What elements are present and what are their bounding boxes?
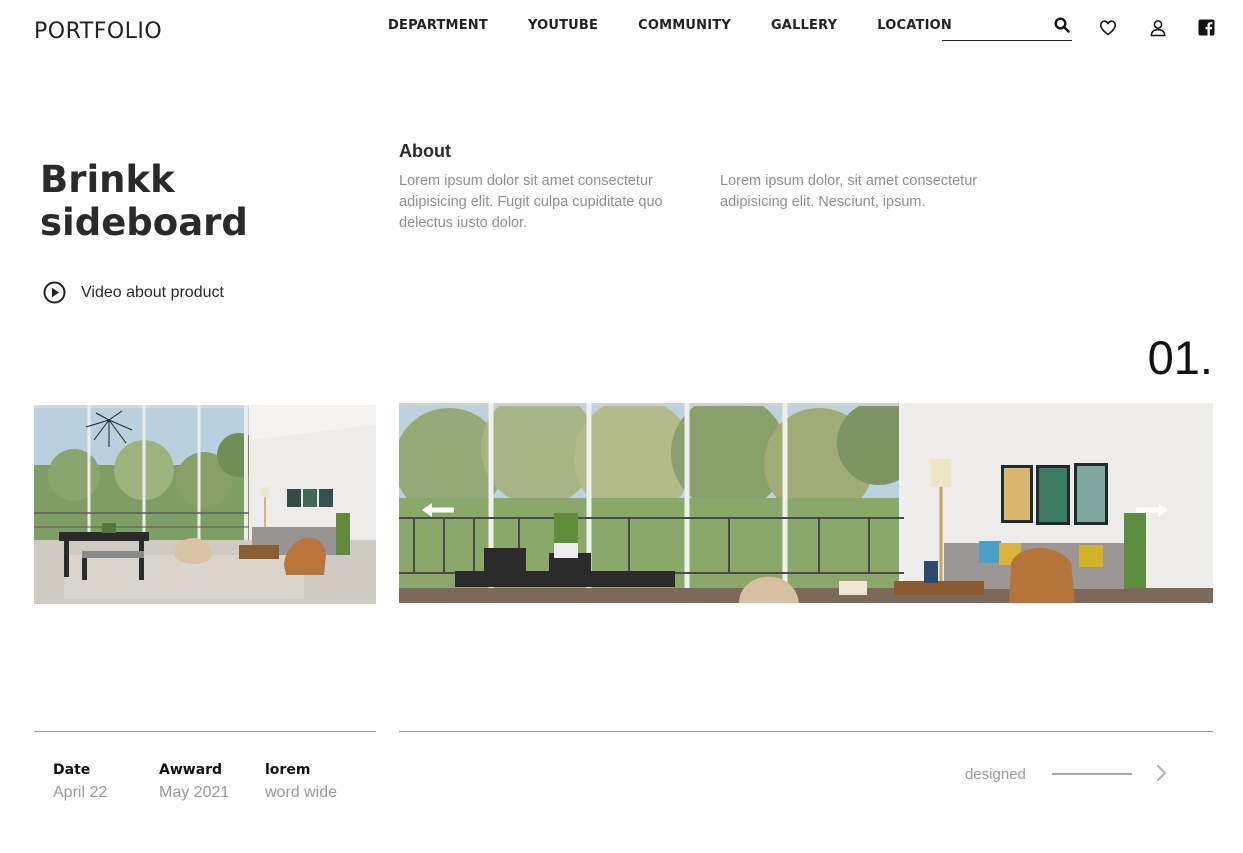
search-icon[interactable] — [1054, 17, 1070, 33]
nav-community[interactable]: COMMUNITY — [638, 18, 731, 33]
about-heading: About — [399, 141, 451, 161]
video-link[interactable]: Video about product — [43, 281, 224, 304]
arrow-right-icon[interactable] — [1134, 501, 1168, 519]
user-icon[interactable] — [1149, 19, 1167, 37]
product-title-line2: sideboard — [40, 201, 248, 244]
chevron-right-icon[interactable] — [1154, 764, 1170, 782]
nav-gallery[interactable]: GALLERY — [771, 18, 837, 33]
product-title-line1: Brinkk — [40, 158, 175, 201]
meta-award-value: May 2021 — [159, 784, 230, 801]
nav-department[interactable]: DEPARTMENT — [388, 18, 488, 33]
divider-right — [399, 731, 1213, 732]
play-icon[interactable] — [43, 281, 66, 304]
main-nav: DEPARTMENT YOUTUBE COMMUNITY GALLERY LOC… — [388, 18, 952, 33]
meta-date-label: Date — [53, 762, 91, 778]
designed-line — [1052, 773, 1132, 775]
thumbnail-room-scene — [34, 405, 376, 604]
arrow-left-icon[interactable] — [422, 501, 456, 519]
thumbnail-image[interactable] — [34, 405, 376, 604]
divider-left — [34, 731, 376, 732]
meta-award-label: Awward — [159, 762, 223, 778]
meta-lorem: lorem word wide — [265, 762, 337, 802]
meta-lorem-value: word wide — [265, 784, 338, 801]
site-logo[interactable]: PORTFOLIO — [34, 19, 162, 44]
video-label[interactable]: Video about product — [81, 284, 224, 302]
designed-label: designed — [965, 766, 1026, 783]
nav-youtube[interactable]: YOUTUBE — [528, 18, 598, 33]
slide-number: 01. — [1147, 331, 1213, 384]
product-title: Brinkk sideboard — [40, 158, 248, 244]
meta-date-value: April 22 — [53, 784, 108, 801]
nav-location[interactable]: LOCATION — [877, 18, 952, 33]
main-room-scene — [399, 403, 1213, 603]
facebook-icon[interactable] — [1198, 19, 1215, 36]
meta-lorem-label: lorem — [265, 762, 311, 778]
main-slide-image — [399, 403, 1213, 603]
meta-award: Awward May 2021 — [159, 762, 229, 802]
about-paragraph-2: Lorem ipsum dolor, sit amet consectetur … — [720, 173, 978, 210]
meta-date: Date April 22 — [53, 762, 107, 802]
search-input[interactable] — [942, 16, 1046, 38]
about-paragraph-1: Lorem ipsum dolor sit amet consectetur a… — [399, 173, 663, 231]
heart-icon[interactable] — [1099, 19, 1117, 37]
search-bar — [942, 14, 1072, 41]
